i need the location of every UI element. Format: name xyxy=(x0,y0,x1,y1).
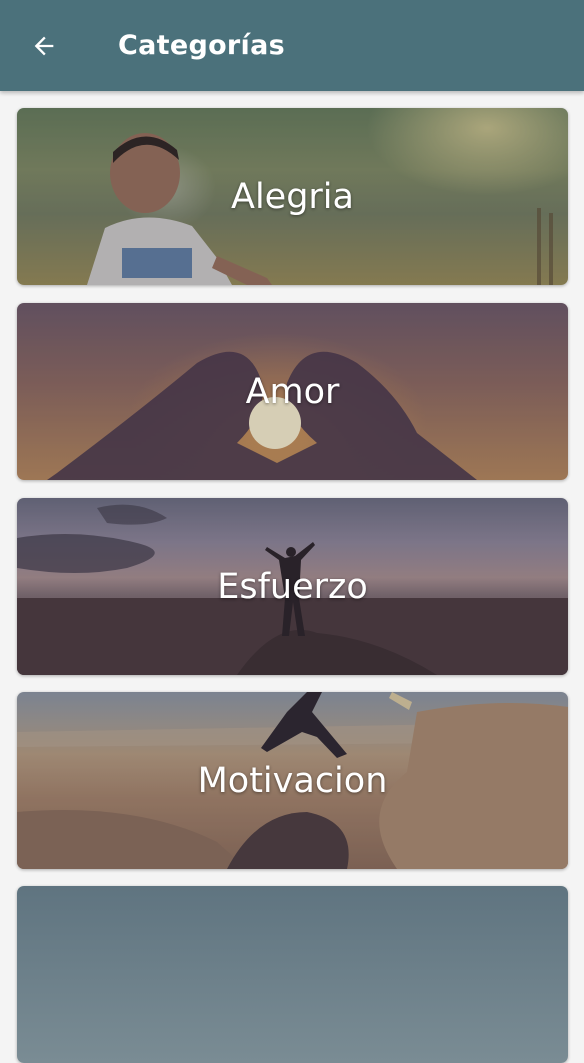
back-button[interactable] xyxy=(24,26,64,66)
category-image-partial xyxy=(17,886,568,1063)
category-card-partial[interactable] xyxy=(17,886,568,1063)
category-label: Alegria xyxy=(231,176,354,217)
category-label: Esfuerzo xyxy=(217,566,368,607)
app-bar: Categorías xyxy=(0,0,584,91)
page-title: Categorías xyxy=(118,30,285,61)
category-card-motivacion[interactable]: Motivacion xyxy=(17,692,568,869)
category-list: Alegria Amor Esfuerzo Motivacion xyxy=(0,91,584,1063)
category-label: Motivacion xyxy=(197,760,388,801)
category-card-amor[interactable]: Amor xyxy=(17,303,568,480)
category-card-alegria[interactable]: Alegria xyxy=(17,108,568,285)
arrow-left-icon xyxy=(34,36,54,56)
category-card-esfuerzo[interactable]: Esfuerzo xyxy=(17,498,568,675)
category-label: Amor xyxy=(245,371,340,412)
